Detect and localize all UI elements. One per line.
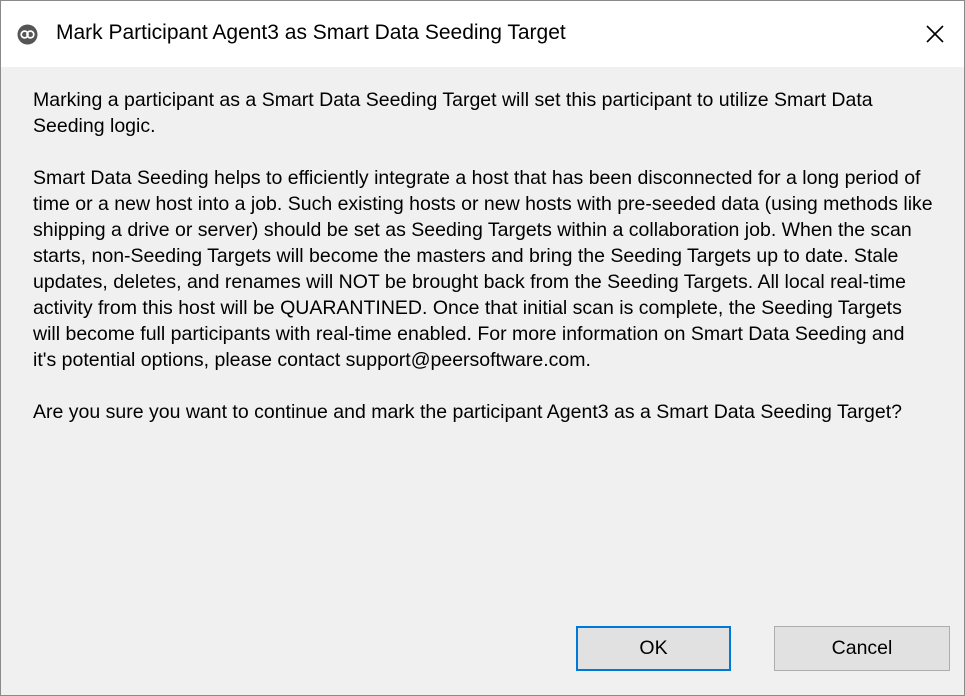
ok-button[interactable]: OK: [576, 626, 731, 671]
intro-paragraph: Marking a participant as a Smart Data Se…: [33, 89, 873, 137]
confirmation-question: Are you sure you want to continue and ma…: [33, 401, 902, 423]
window-title: Mark Participant Agent3 as Smart Data Se…: [56, 21, 566, 44]
close-button[interactable]: [918, 19, 952, 49]
confirmation-dialog: Mark Participant Agent3 as Smart Data Se…: [0, 0, 965, 696]
details-paragraph: Smart Data Seeding helps to efficiently …: [33, 167, 933, 371]
close-icon: [926, 25, 944, 43]
title-bar[interactable]: Mark Participant Agent3 as Smart Data Se…: [1, 1, 964, 67]
message-body: Marking a participant as a Smart Data Se…: [33, 87, 933, 451]
peer-software-icon: [17, 24, 38, 45]
cancel-button[interactable]: Cancel: [774, 626, 950, 671]
